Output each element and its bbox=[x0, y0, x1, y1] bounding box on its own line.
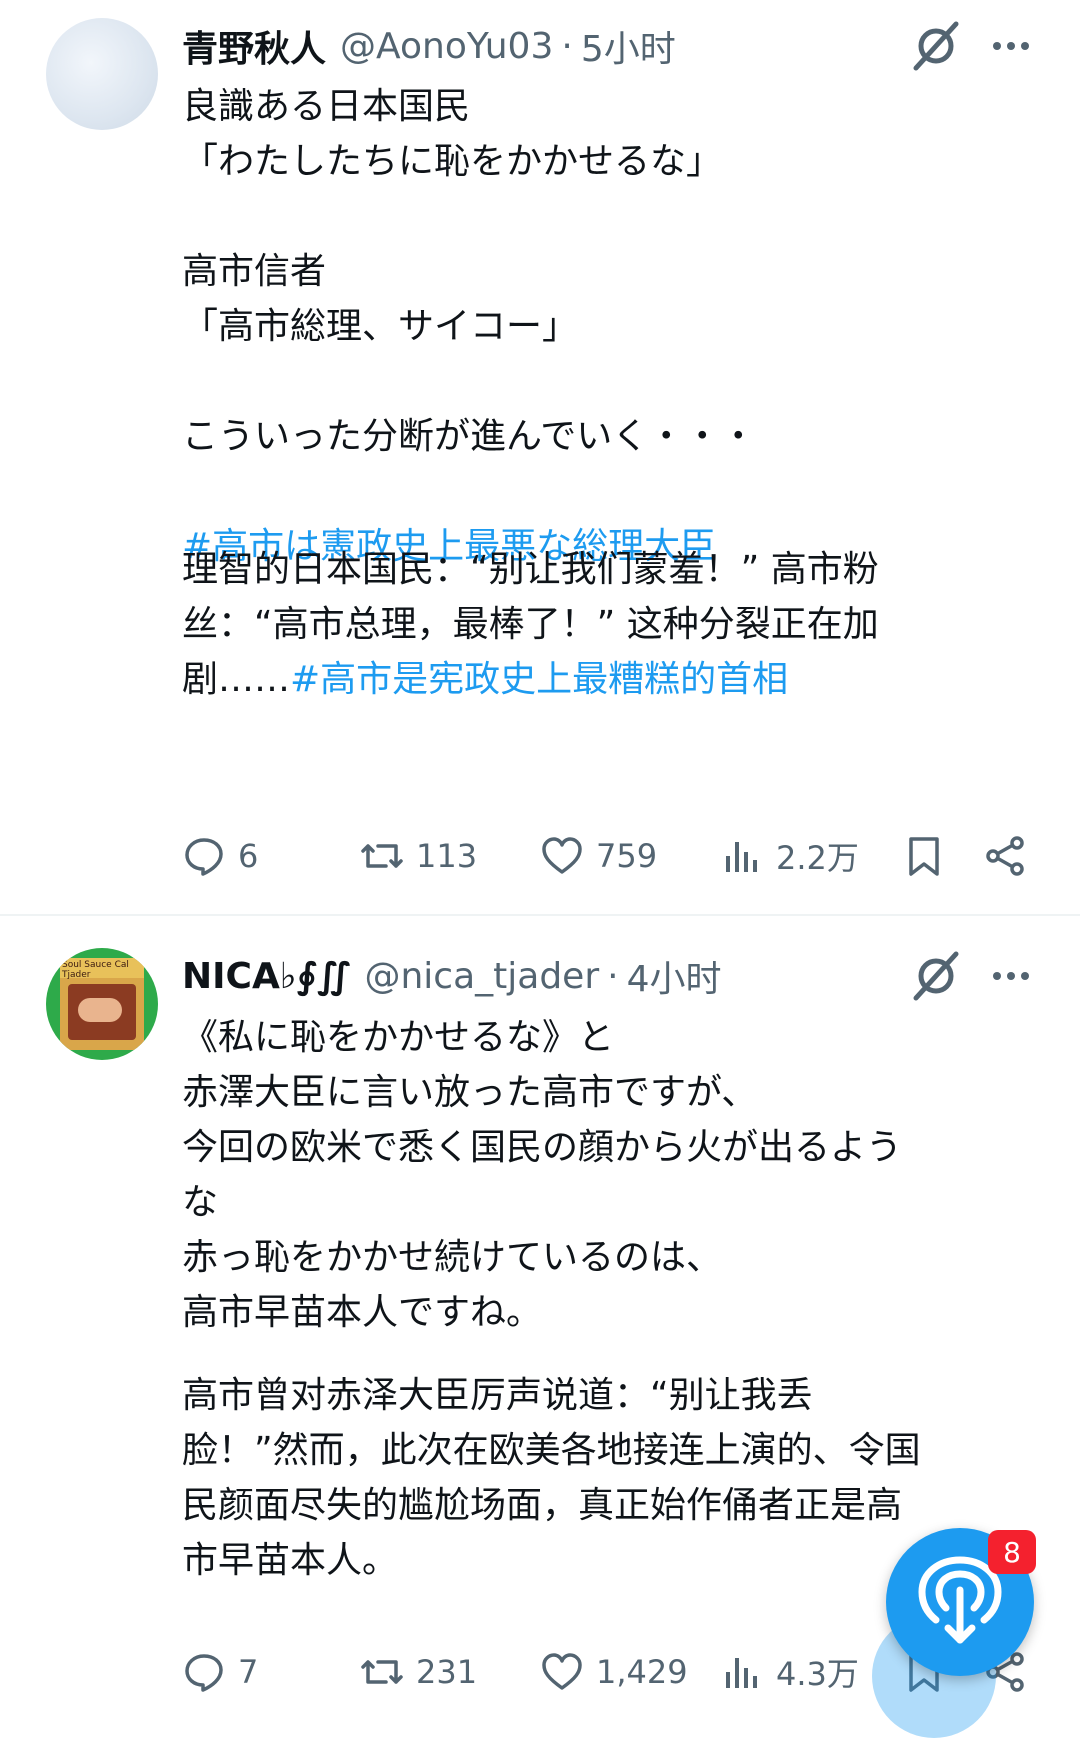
view-count: 4.3万 bbox=[776, 1655, 859, 1693]
avatar-label: Soul Sauce Cal Tjader bbox=[62, 960, 129, 980]
timestamp[interactable]: 4小时 bbox=[627, 950, 722, 1002]
author-handle[interactable]: @nica_tjader bbox=[364, 956, 599, 997]
text-line: 赤澤大臣に言い放った高市ですが、 bbox=[182, 1072, 758, 1113]
reply-icon bbox=[185, 1654, 223, 1692]
like-count: 1,429 bbox=[596, 1653, 688, 1691]
translation-line: 脸！”然而，此次在欧美各地接连上演的、令国 bbox=[182, 1430, 921, 1471]
text-line: 《私に恥をかかせるな》と bbox=[182, 1017, 615, 1058]
views-icon bbox=[726, 1658, 757, 1688]
text-line: 今回の欧米で悉く国民の顔から火が出るよう bbox=[182, 1127, 903, 1168]
author-name[interactable]: NICA♭∮∬ bbox=[182, 956, 350, 997]
avatar[interactable]: Soul Sauce Cal Tjader bbox=[46, 948, 158, 1060]
tweet-header: NICA♭∮∬ @nica_tjader · 4小时 bbox=[182, 948, 721, 1004]
tweet-text: 《私に恥をかかせるな》と 赤澤大臣に言い放った高市ですが、 今回の欧米で悉く国民… bbox=[182, 1010, 1042, 1340]
text-line: な bbox=[182, 1182, 219, 1223]
repost-count: 231 bbox=[416, 1653, 478, 1691]
grok-icon[interactable] bbox=[908, 948, 964, 1004]
reply-count: 7 bbox=[238, 1653, 259, 1691]
translation-line: 高市曾对赤泽大臣厉声说道：“别让我丢 bbox=[182, 1375, 813, 1416]
text-line: 高市早苗本人ですね。 bbox=[182, 1292, 543, 1333]
like-button[interactable]: 1,429 bbox=[540, 1644, 688, 1700]
text-line: 赤っ恥をかかせ続けているのは、 bbox=[182, 1237, 723, 1278]
translation-line: 民颜面尽失的尴尬场面，真正始作俑者正是高 bbox=[182, 1485, 903, 1526]
reply-button[interactable]: 7 bbox=[182, 1644, 258, 1700]
repost-icon bbox=[361, 1660, 403, 1684]
notification-badge: 8 bbox=[988, 1530, 1036, 1574]
separator: · bbox=[607, 955, 619, 997]
tweet-2[interactable]: Soul Sauce Cal Tjader NICA♭∮∬ @nica_tjad… bbox=[0, 0, 1080, 1742]
like-icon bbox=[542, 1653, 582, 1690]
repost-button[interactable]: 231 bbox=[360, 1644, 477, 1700]
more-icon[interactable] bbox=[990, 948, 1032, 1004]
views-button[interactable]: 4.3万 bbox=[720, 1644, 859, 1700]
